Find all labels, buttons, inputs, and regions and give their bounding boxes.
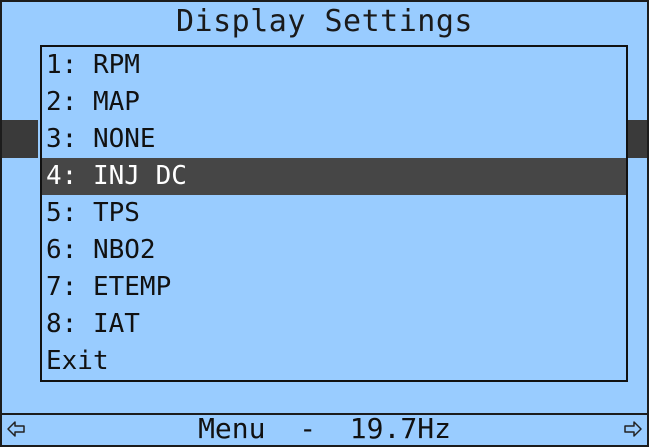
status-footer: Menu - 19.7Hz (2, 413, 647, 445)
settings-menu: 1: RPM 2: MAP 3: NONE 4: INJ DC 5: TPS 6… (40, 45, 628, 382)
menu-item-map[interactable]: 2: MAP (42, 84, 626, 121)
menu-item-iat[interactable]: 8: IAT (42, 306, 626, 343)
menu-item-none[interactable]: 3: NONE (42, 121, 626, 158)
menu-item-etemp[interactable]: 7: ETEMP (42, 269, 626, 306)
page-title: Display Settings (176, 4, 473, 39)
display-screen: Display Settings 1: RPM 2: MAP 3: NONE 4… (0, 0, 649, 447)
menu-item-exit[interactable]: Exit (42, 343, 626, 380)
menu-item-rpm[interactable]: 1: RPM (42, 47, 626, 84)
right-arrow-icon[interactable] (623, 419, 643, 439)
left-indicator-bar (2, 120, 38, 158)
footer-status-text: Menu - 19.7Hz (198, 412, 451, 445)
menu-item-inj-dc[interactable]: 4: INJ DC (42, 158, 626, 195)
menu-item-nbo2[interactable]: 6: NBO2 (42, 232, 626, 269)
menu-item-tps[interactable]: 5: TPS (42, 195, 626, 232)
